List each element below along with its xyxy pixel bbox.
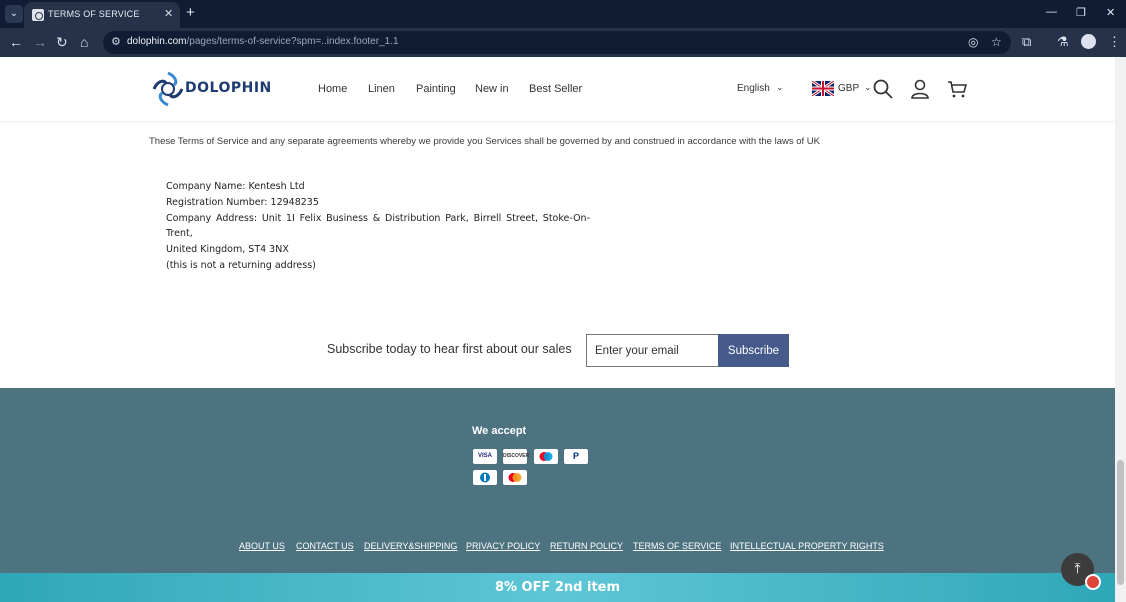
search-icon[interactable] [873,79,893,99]
logo-swirl-icon [152,71,184,107]
company-info: Company Name: Kentesh Ltd Registration N… [166,179,590,274]
address-note: (this is not a returning address) [166,259,316,271]
visa-icon: VISA [473,449,497,464]
mastercard-icon [503,470,527,485]
chevron-down-icon[interactable]: ⌄ [864,82,872,93]
footer-links: ABOUT US CONTACT US DELIVERY&SHIPPING PR… [239,541,939,555]
window-close-icon[interactable]: ✕ [1106,6,1115,19]
subscribe-text: Subscribe today to hear first about our … [327,342,572,356]
minimize-icon[interactable]: — [1046,6,1057,18]
tracking-eye-icon[interactable]: ◎ [968,35,978,49]
browser-tab-bar: ⌄ TERMS OF SERVICE ✕ + — ❐ ✕ [0,0,1126,28]
company-address-line2: United Kingdom, ST4 3NX [166,244,289,256]
we-accept-title: We accept [472,425,527,437]
site-info-icon[interactable]: ⚙ [111,35,121,48]
language-selector[interactable]: English [737,83,770,94]
nav-linen[interactable]: Linen [368,83,395,95]
footer-link-about-us[interactable]: ABOUT US [239,541,285,551]
back-icon[interactable]: ← [9,34,23,50]
chat-badge-icon[interactable] [1085,574,1101,590]
logo[interactable]: DOLOPHIN [151,70,273,108]
company-name: Company Name: Kentesh Ltd [166,181,305,192]
currency-selector[interactable]: GBP [838,83,859,94]
new-tab-icon[interactable]: + [186,4,195,21]
browser-tab[interactable]: TERMS OF SERVICE ✕ [24,2,180,28]
arrow-up-icon: ⤒ [1074,560,1081,576]
promo-bar[interactable]: 8% OFF 2nd item [0,573,1115,602]
nav-painting[interactable]: Painting [416,83,456,95]
site-header: DOLOPHIN Home Linen Painting New in Best… [0,57,1115,121]
scrollbar-thumb[interactable] [1117,460,1124,585]
forward-icon[interactable]: → [33,34,47,50]
email-input[interactable] [586,334,719,367]
nav-new-in[interactable]: New in [475,83,509,95]
paypal-icon: P [564,449,588,464]
company-address: Company Address: Unit 1I Felix Business … [166,212,590,240]
nav-best-seller[interactable]: Best Seller [529,83,582,95]
footer-link-privacy-policy[interactable]: PRIVACY POLICY [466,541,540,551]
extensions-icon[interactable]: ⧉ [1022,34,1031,50]
home-icon[interactable]: ⌂ [80,34,88,50]
labs-flask-icon[interactable]: ⚗ [1057,34,1069,50]
footer-link-contact-us[interactable]: CONTACT US [296,541,354,551]
nav-home[interactable]: Home [318,83,347,95]
reload-icon[interactable]: ↻ [56,34,68,51]
tab-title: TERMS OF SERVICE [48,9,140,19]
account-icon[interactable] [910,79,930,99]
profile-avatar-icon[interactable] [1081,34,1096,49]
footer-link-delivery-shipping[interactable]: DELIVERY&SHIPPING [364,541,457,551]
maestro-icon [534,449,558,464]
bookmark-star-icon[interactable]: ☆ [991,35,1002,49]
discover-icon: DISCOVER [503,449,529,464]
subscribe-button[interactable]: Subscribe [718,334,789,367]
terms-governing-law-text: These Terms of Service and any separate … [149,136,820,147]
tab-search-chevron-icon[interactable]: ⌄ [5,5,23,23]
web-page: DOLOPHIN Home Linen Painting New in Best… [0,57,1115,602]
promo-text: 8% OFF 2nd item [494,580,621,595]
footer-link-ip-rights[interactable]: INTELLECTUAL PROPERTY RIGHTS [730,541,884,551]
browser-toolbar: ← → ↻ ⌂ ⚙ dolophin.com/pages/terms-of-se… [0,28,1126,57]
tab-close-icon[interactable]: ✕ [164,7,173,20]
footer: We accept VISA DISCOVER P ABOUT US CONTA… [0,388,1115,602]
url-text[interactable]: dolophin.com/pages/terms-of-service?spm=… [127,36,399,47]
restore-icon[interactable]: ❐ [1076,6,1086,19]
diners-icon [473,470,497,485]
registration-number: Registration Number: 12948235 [166,196,319,208]
menu-kebab-icon[interactable]: ⋮ [1108,34,1121,50]
favicon-icon [32,9,44,21]
page-scrollbar[interactable] [1115,57,1126,602]
cart-icon[interactable] [947,79,967,99]
address-bar[interactable]: ⚙ dolophin.com/pages/terms-of-service?sp… [103,31,1011,54]
uk-flag-icon[interactable] [812,81,834,96]
footer-link-return-policy[interactable]: RETURN POLICY [550,541,623,551]
chevron-down-icon[interactable]: ⌄ [776,82,784,93]
logo-text: DOLOPHIN [185,80,272,96]
footer-link-terms-of-service[interactable]: TERMS OF SERVICE [633,541,721,551]
